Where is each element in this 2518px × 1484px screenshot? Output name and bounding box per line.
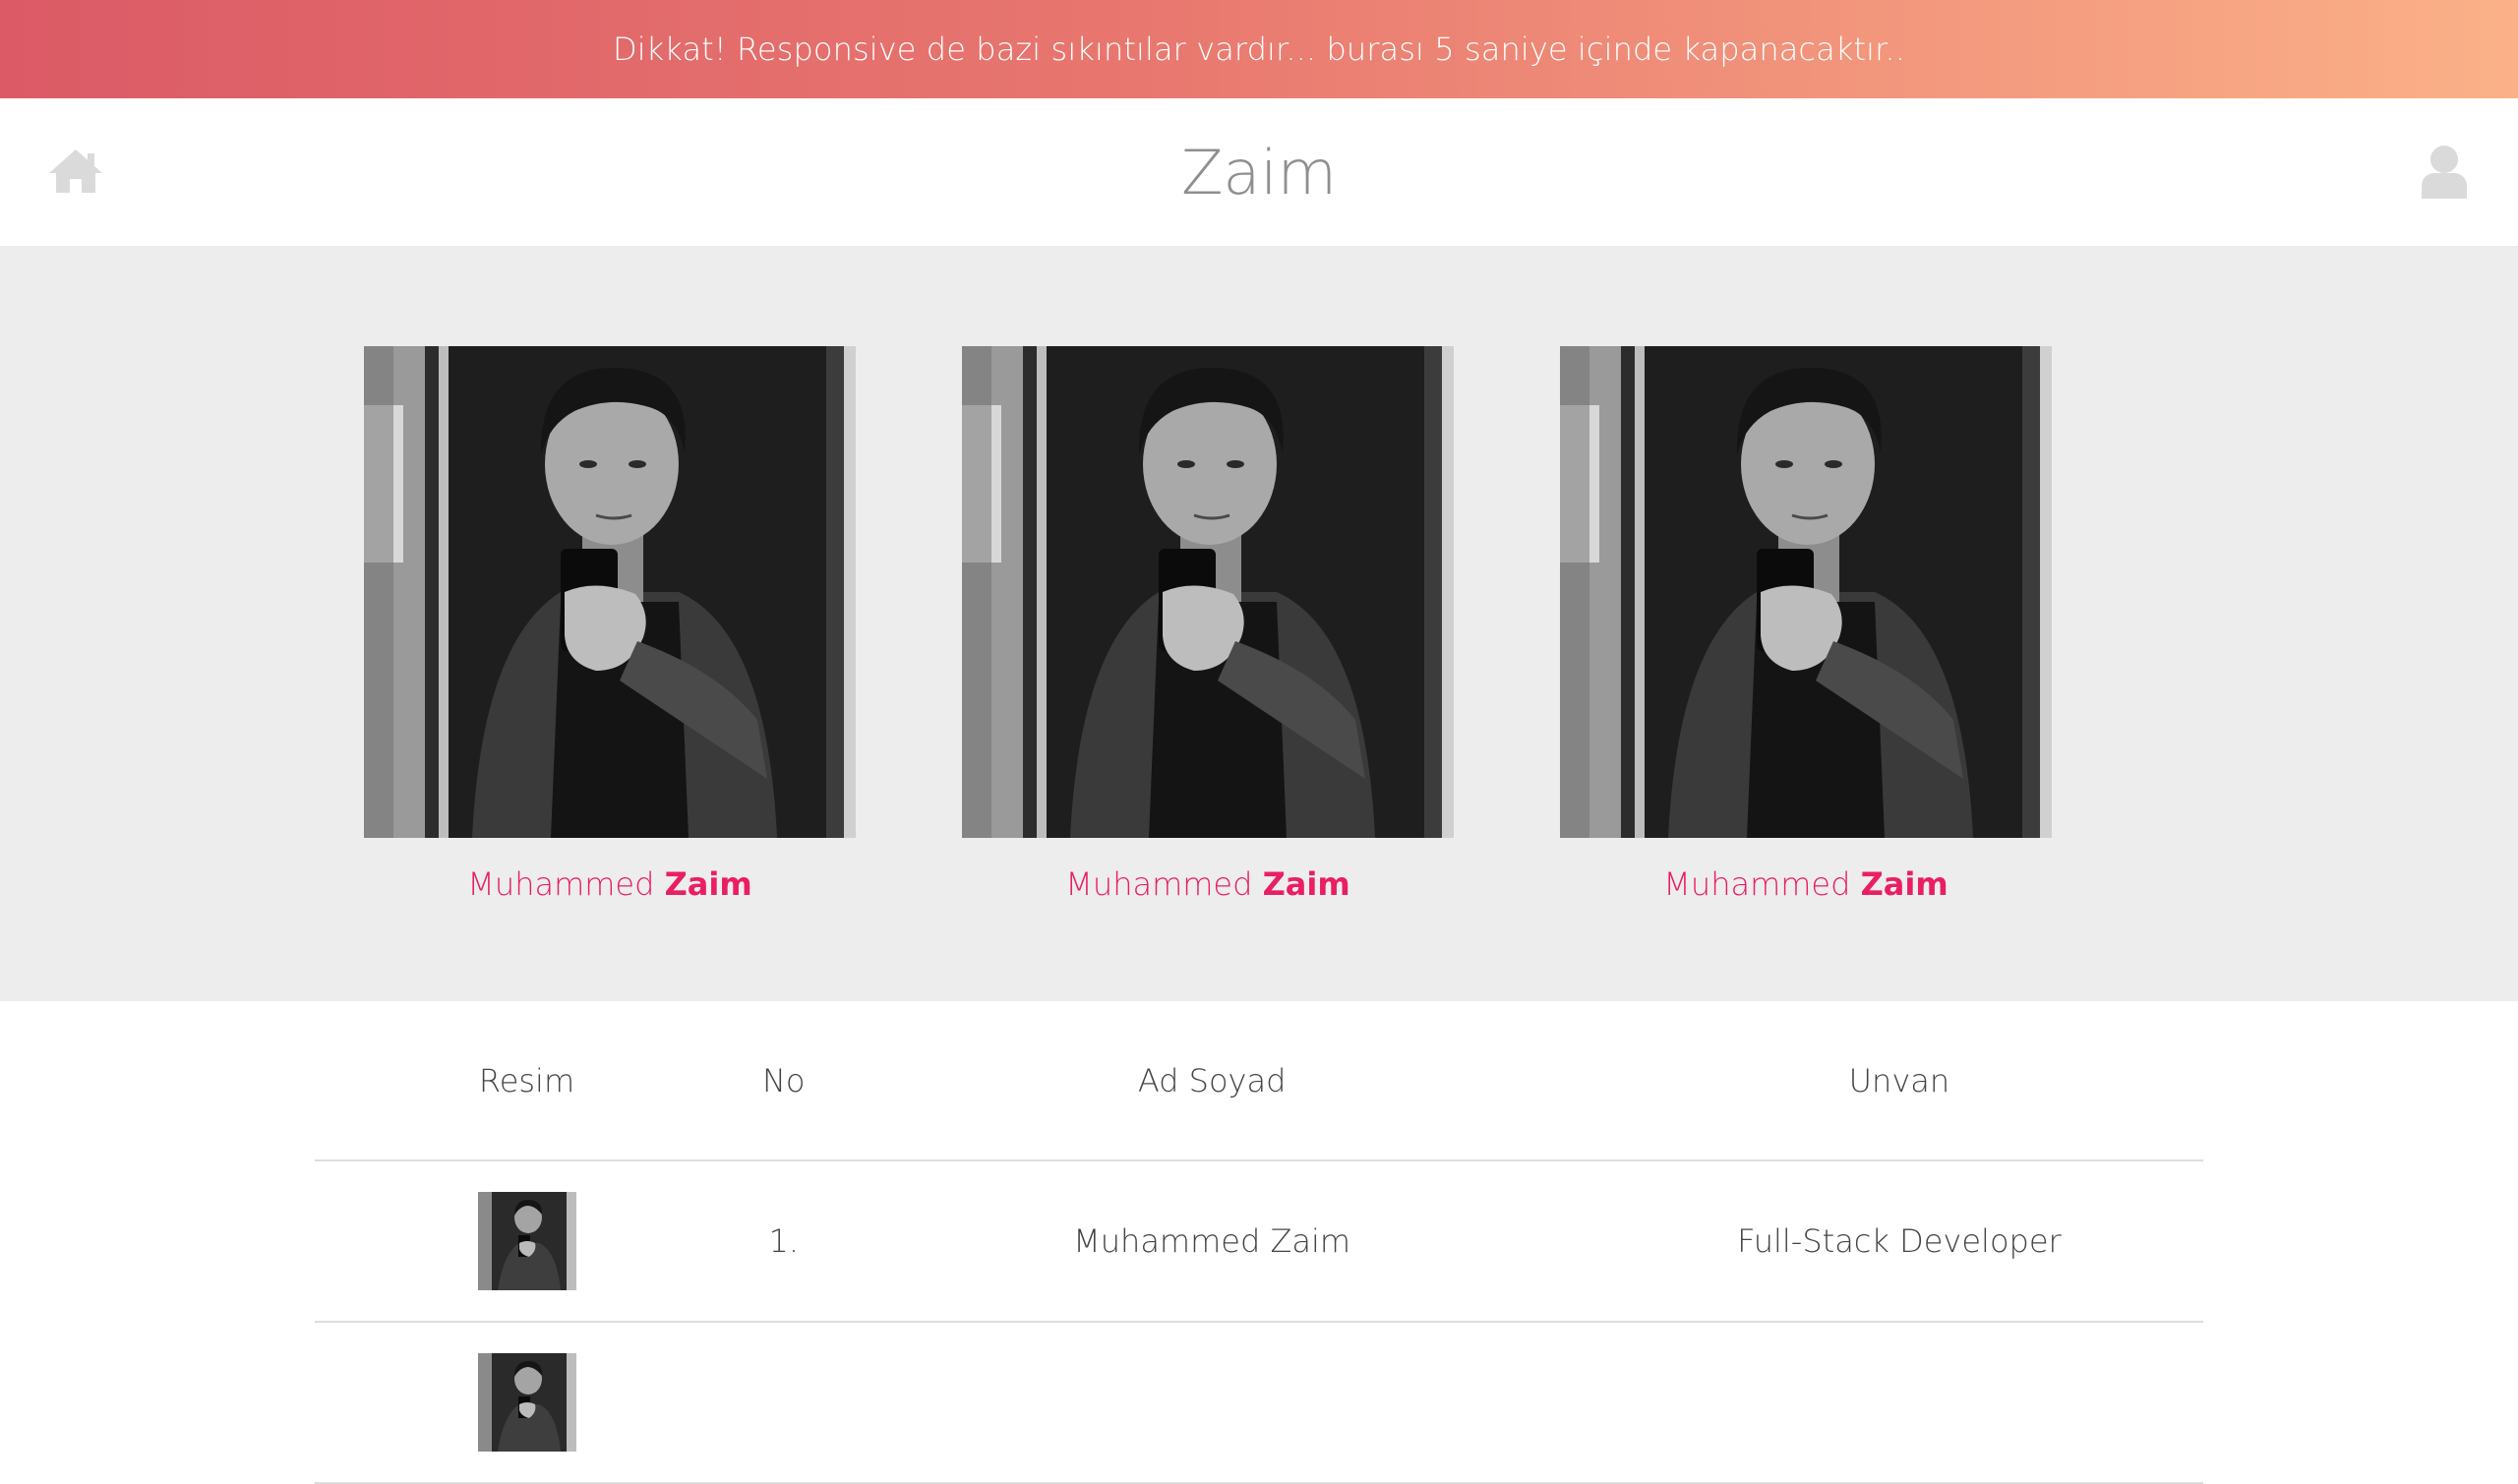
team-table: Resim No Ad Soyad Unvan 1. Muhammed Zaim… [315, 1001, 2203, 1484]
alert-banner: Dikkat! Responsive de bazi sıkıntılar va… [0, 0, 2518, 98]
first-name: Muhammed [467, 865, 655, 903]
user-button[interactable] [2420, 144, 2469, 199]
avatar [478, 1353, 576, 1452]
home-icon [49, 149, 102, 193]
team-photo[interactable] [1560, 346, 2052, 838]
team-card: Muhammed Zaim [962, 346, 1454, 903]
site-title: Zaim [1180, 136, 1338, 208]
team-photo[interactable] [962, 346, 1454, 838]
team-section: Muhammed Zaim Muhammed Zaim Muhammed Zai… [0, 246, 2518, 1001]
team-member-name: Muhammed Zaim [364, 865, 856, 903]
table-header-row: Resim No Ad Soyad Unvan [315, 1001, 2203, 1161]
alert-message: Dikkat! Responsive de bazi sıkıntılar va… [613, 30, 1905, 68]
cell-resim [315, 1322, 740, 1484]
column-header-unvan: Unvan [1594, 1001, 2203, 1161]
column-header-no: No [739, 1001, 829, 1161]
first-name: Muhammed [1663, 865, 1851, 903]
cell-no [739, 1322, 829, 1484]
avatar [478, 1192, 576, 1290]
first-name: Muhammed [1065, 865, 1253, 903]
team-member-name: Muhammed Zaim [1560, 865, 2052, 903]
table-row[interactable]: 1. Muhammed Zaim Full-Stack Developer [315, 1160, 2203, 1323]
cell-unvan: Full-Stack Developer [1594, 1160, 2203, 1323]
table-row[interactable] [315, 1322, 2203, 1484]
team-member-name: Muhammed Zaim [962, 865, 1454, 903]
cell-no: 1. [739, 1160, 829, 1323]
last-name: Zaim [1262, 865, 1350, 903]
cell-unvan [1594, 1322, 2203, 1484]
team-card: Muhammed Zaim [1560, 346, 2052, 903]
cell-ad-soyad [828, 1322, 1595, 1484]
last-name: Zaim [664, 865, 752, 903]
column-header-ad-soyad: Ad Soyad [828, 1001, 1595, 1161]
column-header-resim: Resim [315, 1001, 740, 1161]
team-photo[interactable] [364, 346, 856, 838]
user-icon [2422, 146, 2467, 199]
cell-ad-soyad: Muhammed Zaim [828, 1160, 1595, 1323]
cell-resim [315, 1160, 740, 1323]
last-name: Zaim [1860, 865, 1948, 903]
site-header: Zaim [0, 98, 2518, 246]
team-card: Muhammed Zaim [364, 346, 856, 903]
home-button[interactable] [47, 148, 104, 195]
